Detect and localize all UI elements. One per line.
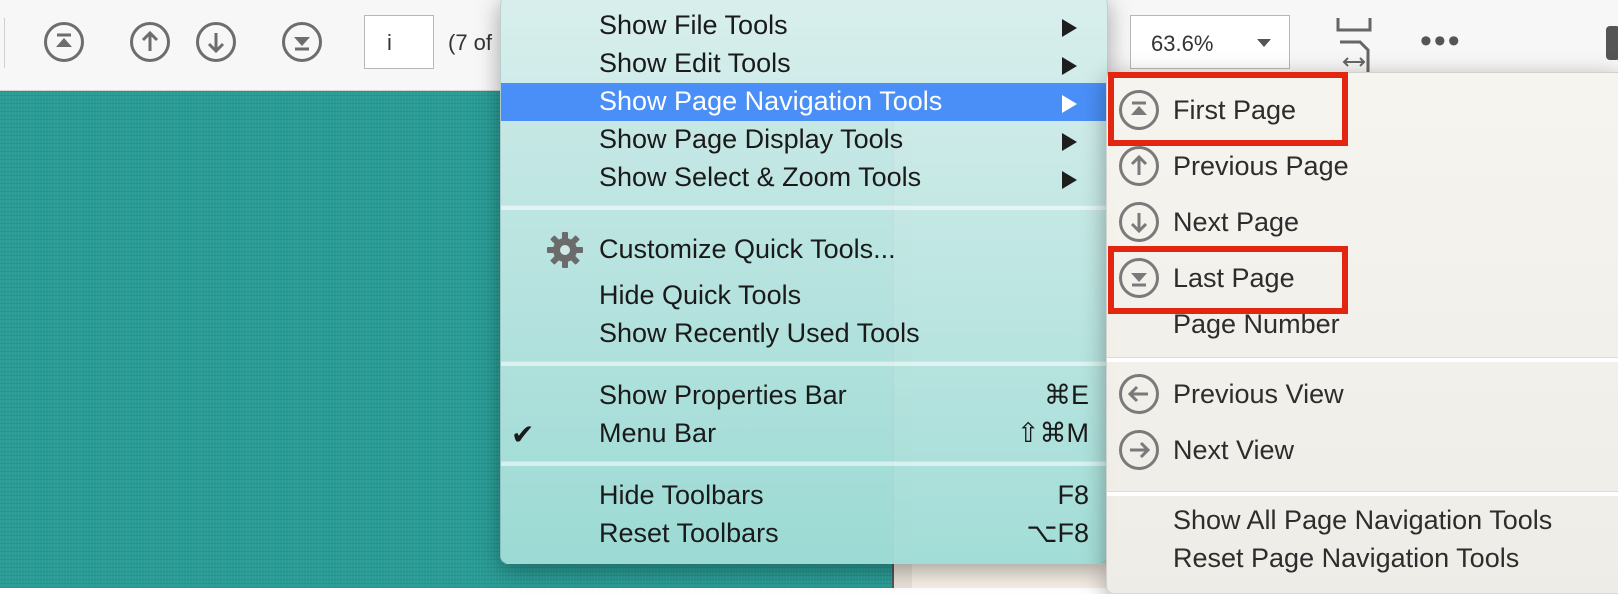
submenu-item-next-view[interactable]: Next View bbox=[1107, 425, 1618, 475]
menu-item-customize-quick-tools[interactable]: Customize Quick Tools... bbox=[501, 231, 1107, 269]
last-page-icon[interactable] bbox=[282, 22, 322, 62]
menu-item-show-page-display-tools[interactable]: Show Page Display Tools bbox=[501, 121, 1107, 159]
menu-item-hide-quick-tools[interactable]: Hide Quick Tools bbox=[501, 277, 1107, 315]
submenu-item-reset-page-navigation-tools[interactable]: Reset Page Navigation Tools bbox=[1107, 533, 1618, 583]
menu-separator bbox=[501, 461, 1107, 466]
next-page-icon bbox=[1119, 202, 1159, 242]
submenu-arrow-icon bbox=[1062, 95, 1077, 113]
previous-page-icon[interactable] bbox=[130, 22, 170, 62]
submenu-item-next-page[interactable]: Next Page bbox=[1107, 197, 1618, 247]
checkmark-icon: ✔ bbox=[511, 419, 535, 450]
menu-item-label: Hide Toolbars bbox=[599, 480, 764, 510]
menu-item-label: Show File Tools bbox=[599, 10, 788, 40]
menu-separator bbox=[501, 361, 1107, 366]
menu-item-label: Show Recently Used Tools bbox=[599, 318, 920, 348]
submenu-item-previous-view[interactable]: Previous View bbox=[1107, 369, 1618, 419]
menu-item-show-page-navigation-tools[interactable]: Show Page Navigation Tools bbox=[501, 83, 1107, 121]
menu-separator bbox=[1107, 357, 1618, 362]
previous-page-icon bbox=[1119, 146, 1159, 186]
menu-item-label: Show Select & Zoom Tools bbox=[599, 162, 922, 192]
zoom-select[interactable]: 63.6% bbox=[1130, 15, 1290, 69]
chevron-down-icon bbox=[1257, 39, 1271, 47]
submenu-item-label: Next Page bbox=[1173, 207, 1300, 237]
page-number-input[interactable]: i bbox=[364, 15, 434, 69]
menu-item-label: Show Edit Tools bbox=[599, 48, 791, 78]
fit-page-icon[interactable] bbox=[1334, 16, 1374, 72]
menu-item-shortcut: F8 bbox=[1057, 480, 1089, 510]
menu-item-label: Show Properties Bar bbox=[599, 380, 847, 410]
menu-item-show-edit-tools[interactable]: Show Edit Tools bbox=[501, 45, 1107, 83]
annotation-box-first-page bbox=[1108, 72, 1348, 146]
menu-item-shortcut: ⇧⌘M bbox=[1016, 418, 1089, 448]
more-options-icon[interactable]: ••• bbox=[1420, 24, 1462, 58]
toolbar-context-menu: Show File Tools Show Edit Tools Show Pag… bbox=[500, 0, 1108, 564]
annotation-box-last-page bbox=[1108, 246, 1348, 314]
menu-item-shortcut: ⌘E bbox=[1043, 380, 1089, 410]
submenu-item-label: Next View bbox=[1173, 435, 1295, 465]
gear-icon bbox=[545, 230, 585, 270]
menu-item-label: Hide Quick Tools bbox=[599, 280, 802, 310]
menu-item-label: Show Page Display Tools bbox=[599, 124, 904, 154]
next-page-icon[interactable] bbox=[196, 22, 236, 62]
sidebar-toggle-icon[interactable] bbox=[1606, 26, 1618, 60]
menu-item-show-properties-bar[interactable]: Show Properties Bar ⌘E bbox=[501, 377, 1107, 415]
menu-item-reset-toolbars[interactable]: Reset Toolbars ⌥F8 bbox=[501, 515, 1107, 553]
menu-item-label: Reset Toolbars bbox=[599, 518, 779, 548]
menu-item-show-file-tools[interactable]: Show File Tools bbox=[501, 7, 1107, 45]
next-view-icon bbox=[1119, 430, 1159, 470]
menu-item-show-recently-used-tools[interactable]: Show Recently Used Tools bbox=[501, 315, 1107, 353]
first-page-icon[interactable] bbox=[44, 22, 84, 62]
submenu-arrow-icon bbox=[1062, 133, 1077, 151]
page-count-label: (7 of bbox=[448, 30, 493, 55]
submenu-arrow-icon bbox=[1062, 171, 1077, 189]
menu-item-label: Customize Quick Tools... bbox=[599, 234, 896, 264]
submenu-item-label: Reset Page Navigation Tools bbox=[1173, 543, 1520, 573]
submenu-item-label: Show All Page Navigation Tools bbox=[1173, 505, 1553, 535]
submenu-item-previous-page[interactable]: Previous Page bbox=[1107, 141, 1618, 191]
menu-item-shortcut: ⌥F8 bbox=[1026, 518, 1089, 548]
submenu-item-label: Previous View bbox=[1173, 379, 1344, 409]
menu-item-label: Show Page Navigation Tools bbox=[599, 86, 943, 116]
submenu-item-label: Previous Page bbox=[1173, 151, 1349, 181]
submenu-arrow-icon bbox=[1062, 19, 1077, 37]
toolbar-divider bbox=[4, 18, 5, 68]
menu-item-label: Menu Bar bbox=[599, 418, 717, 448]
menu-item-hide-toolbars[interactable]: Hide Toolbars F8 bbox=[501, 477, 1107, 515]
page-navigation-submenu: First Page Previous Page Next Page Last … bbox=[1106, 72, 1618, 594]
zoom-value: 63.6% bbox=[1151, 31, 1214, 56]
menu-item-show-select-zoom-tools[interactable]: Show Select & Zoom Tools bbox=[501, 159, 1107, 197]
submenu-arrow-icon bbox=[1062, 57, 1077, 75]
previous-view-icon bbox=[1119, 374, 1159, 414]
menu-item-menu-bar[interactable]: ✔ Menu Bar ⇧⌘M bbox=[501, 415, 1107, 453]
menu-separator bbox=[501, 205, 1107, 210]
